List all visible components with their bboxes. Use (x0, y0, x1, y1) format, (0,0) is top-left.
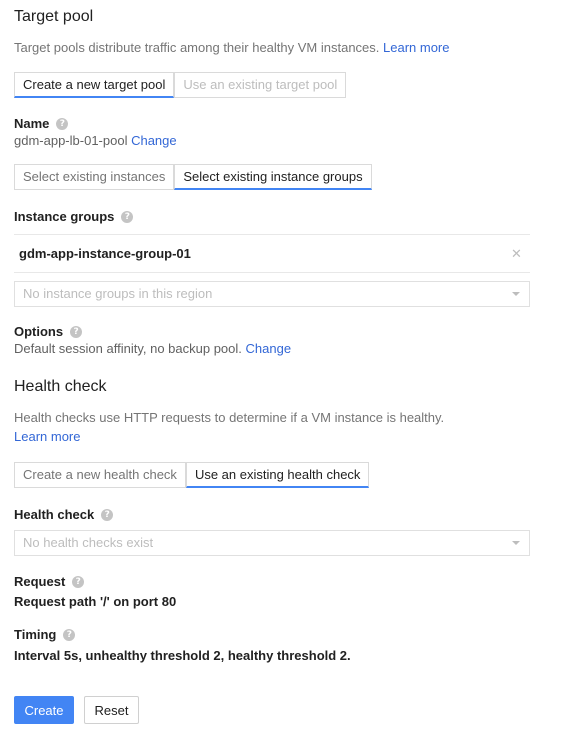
tab-select-existing-instance-groups[interactable]: Select existing instance groups (174, 164, 372, 190)
help-icon[interactable]: ? (101, 508, 114, 521)
target-pool-description: Target pools distribute traffic among th… (14, 38, 450, 57)
options-value: Default session affinity, no backup pool… (14, 341, 242, 356)
tab-select-existing-instances[interactable]: Select existing instances (14, 164, 175, 190)
request-value: Request path '/' on port 80 (14, 594, 177, 609)
health-check-description: Health checks use HTTP requests to deter… (14, 408, 534, 446)
name-label: Name (14, 116, 50, 131)
tab-create-new-target-pool[interactable]: Create a new target pool (14, 72, 175, 98)
health-check-field-label: Health check (14, 507, 95, 522)
help-icon[interactable]: ? (72, 575, 85, 588)
request-label-row: Request ? (14, 574, 85, 589)
pool-name-value: gdm-app-lb-01-pool (14, 133, 128, 148)
instance-groups-label: Instance groups (14, 209, 115, 224)
divider (14, 272, 530, 273)
help-icon[interactable]: ? (121, 210, 134, 223)
health-check-select-placeholder: No health checks exist (23, 535, 154, 550)
target-pool-learn-more-link[interactable]: Learn more (383, 40, 449, 55)
timing-label: Timing (14, 627, 57, 642)
help-icon[interactable]: ? (63, 628, 76, 641)
tab-use-existing-target-pool[interactable]: Use an existing target pool (174, 72, 347, 98)
chevron-down-icon (512, 292, 520, 296)
options-change-link[interactable]: Change (246, 341, 292, 356)
instance-groups-label-row: Instance groups ? (14, 209, 134, 224)
chevron-down-icon (512, 541, 520, 545)
options-value-row: Default session affinity, no backup pool… (14, 341, 291, 356)
instance-group-select-placeholder: No instance groups in this region (23, 286, 213, 301)
health-check-learn-more-link[interactable]: Learn more (14, 429, 80, 444)
health-check-heading: Health check (14, 378, 107, 395)
help-icon[interactable]: ? (56, 117, 69, 130)
name-change-link[interactable]: Change (131, 133, 177, 148)
target-pool-description-text: Target pools distribute traffic among th… (14, 40, 380, 55)
help-icon[interactable]: ? (70, 325, 83, 338)
tab-create-new-health-check[interactable]: Create a new health check (14, 462, 186, 488)
options-label: Options (14, 324, 64, 339)
divider (14, 234, 530, 235)
target-pool-mode-tabs: Create a new target pool Use an existing… (14, 72, 347, 98)
name-value-row: gdm-app-lb-01-pool Change (14, 133, 177, 148)
target-pool-heading: Target pool (14, 8, 94, 25)
health-check-description-text: Health checks use HTTP requests to deter… (14, 410, 445, 425)
timing-value: Interval 5s, unhealthy threshold 2, heal… (14, 648, 351, 663)
reset-button[interactable]: Reset (84, 696, 139, 724)
instance-group-select[interactable]: No instance groups in this region (14, 281, 530, 307)
health-check-mode-tabs: Create a new health check Use an existin… (14, 462, 370, 488)
timing-label-row: Timing ? (14, 627, 76, 642)
remove-x-icon[interactable]: ✕ (511, 246, 522, 262)
tab-use-existing-health-check[interactable]: Use an existing health check (185, 462, 370, 488)
instance-selection-tabs: Select existing instances Select existin… (14, 164, 372, 190)
health-check-select[interactable]: No health checks exist (14, 530, 530, 556)
health-check-label-row: Health check ? (14, 507, 114, 522)
name-field-label-row: Name ? (14, 116, 69, 131)
options-label-row: Options ? (14, 324, 83, 339)
create-button[interactable]: Create (14, 696, 74, 724)
instance-group-item: gdm-app-instance-group-01 (19, 246, 191, 261)
request-label: Request (14, 574, 66, 589)
